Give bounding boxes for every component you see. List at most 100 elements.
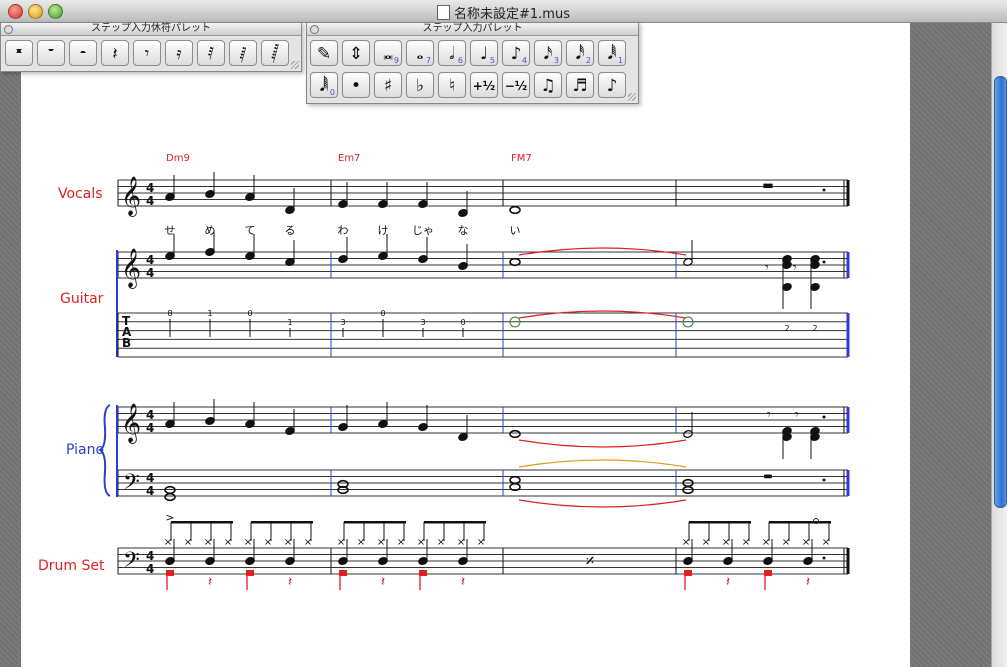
note-button-r2-1-glyph: 𝅘𝅥𝅲 <box>319 76 329 96</box>
rest-button-4-glyph: 𝄽 <box>112 44 118 64</box>
chord-symbol-3: FM7 <box>511 153 532 164</box>
note-button-r1-5[interactable]: 𝅗𝅥 6 <box>438 40 466 66</box>
note-button-r1-5-glyph: 𝅗𝅥 <box>449 44 455 64</box>
rest-button-7[interactable]: 𝅀 <box>197 40 225 66</box>
rest-button-6[interactable]: 𝄿 <box>165 40 193 66</box>
guitar-eighth-rest-icon-1: 𝄾 <box>793 260 797 276</box>
note-palette-title: ステップ入力パレット <box>422 23 523 34</box>
note-button-r2-8-glyph: ♫ <box>540 76 556 96</box>
kick-rest-icon-red: 𝄽 <box>461 574 465 590</box>
note-button-r1-9[interactable]: 𝅘𝅥𝅰 2 <box>566 40 594 66</box>
instrument-label-3[interactable]: Piano <box>66 442 104 458</box>
note-button-r1-2-glyph: ⇕ <box>348 44 364 64</box>
piano-bass-note-4-whole-note <box>509 475 521 485</box>
note-button-r2-2-glyph: • <box>350 76 362 96</box>
rest-button-2[interactable]: 𝄻 <box>37 40 65 66</box>
lyric-syllable-7: じゃ <box>412 224 434 237</box>
rest-button-1[interactable]: 𝄺 <box>5 40 33 66</box>
note-palette-close-button[interactable] <box>310 25 319 34</box>
tab-tie <box>518 310 687 319</box>
note-button-r1-6-shortcut-number: 5 <box>489 56 495 65</box>
tab-number-1: 8 <box>167 309 172 318</box>
note-button-r1-4-shortcut-number: 7 <box>425 56 431 65</box>
tab-chord-number-1: 2 <box>812 324 817 333</box>
note-button-r2-5[interactable]: ♮ <box>438 72 466 98</box>
rest-button-8[interactable]: 𝅁 <box>229 40 257 66</box>
vocals-note-8-whole-note <box>509 205 521 215</box>
rest-button-5-glyph: 𝄾 <box>144 44 150 64</box>
repeat-dot-4 <box>822 556 826 560</box>
vocals-time-top: 4 <box>146 181 154 195</box>
note-button-r1-9-glyph: 𝅘𝅥𝅰 <box>575 44 585 64</box>
kick-rest-icon-red: 𝄽 <box>806 574 810 590</box>
note-button-r2-6-glyph: +½ <box>472 79 496 93</box>
vocals-treble-clef-icon: 𝄞 <box>121 176 141 217</box>
guitar-note-8-whole-note <box>509 257 521 267</box>
tab-number-8: 0 <box>460 318 465 327</box>
note-button-r1-6[interactable]: ♩ 5 <box>470 40 498 66</box>
hihat-beam <box>689 521 751 524</box>
note-button-r2-7[interactable]: −½ <box>502 72 530 98</box>
tab-number-7: 3 <box>420 318 425 327</box>
piano-treble-time-top: 4 <box>146 408 154 422</box>
note-button-r1-3-shortcut-number: 9 <box>393 56 399 65</box>
rest-palette-titlebar[interactable]: ステップ入力休符パレット <box>1 23 301 36</box>
note-button-r2-10[interactable]: ♪ <box>598 72 626 98</box>
note-button-r1-1-glyph: ✎ <box>316 44 332 64</box>
note-button-r2-10-glyph: ♪ <box>606 76 618 96</box>
instrument-label-1[interactable]: Vocals <box>58 186 103 202</box>
note-button-r1-4[interactable]: 𝅝 7 <box>406 40 434 66</box>
tab-number-6: 0 <box>380 309 385 318</box>
hihat-beam <box>251 521 313 524</box>
rest-button-4[interactable]: 𝄽 <box>101 40 129 66</box>
note-button-r1-10[interactable]: 𝅘𝅥𝅱 1 <box>598 40 626 66</box>
note-button-r1-10-glyph: 𝅘𝅥𝅱 <box>607 44 617 64</box>
note-button-r2-6[interactable]: +½ <box>470 72 498 98</box>
note-palette-resize-grip[interactable] <box>628 93 636 101</box>
repeat-dot-3 <box>822 478 826 482</box>
note-button-r1-8[interactable]: 𝅘𝅥𝅯 3 <box>534 40 562 66</box>
vocals-whole-rest-icon: ▬ <box>762 178 773 192</box>
note-button-r2-2[interactable]: • <box>342 72 370 98</box>
rest-palette-close-button[interactable] <box>4 25 13 34</box>
note-button-r1-8-glyph: 𝅘𝅥𝅯 <box>543 44 553 64</box>
note-button-r2-1[interactable]: 𝅘𝅥𝅲 0 <box>310 72 338 98</box>
hihat-beam <box>171 521 233 524</box>
note-button-r1-3[interactable]: 𝅜 9 <box>374 40 402 66</box>
vocals-time-bottom: 4 <box>146 194 154 208</box>
rest-button-9[interactable]: 𝅂 <box>261 40 289 66</box>
note-palette-titlebar[interactable]: ステップ入力パレット <box>307 23 638 36</box>
hihat-beam <box>424 521 486 524</box>
kick-rest-icon-red: 𝄽 <box>726 574 730 590</box>
piano-tie-bass-lower <box>518 499 687 508</box>
piano-bass-note-1-whole-note <box>164 492 176 502</box>
rest-button-3[interactable]: 𝄼 <box>69 40 97 66</box>
rest-button-3-glyph: 𝄼 <box>79 44 87 64</box>
rest-button-8-glyph: 𝅁 <box>239 44 247 64</box>
note-palette: ステップ入力パレット ✎ ⇕ 𝅜 9 𝅝 7 𝅗𝅥 6 ♩ 5 ♪ 4 𝅘𝅥𝅯 3 𝅘𝅥𝅰 2 𝅘𝅥𝅱 1 𝅘𝅥𝅲 0… <box>306 22 639 104</box>
drum-bass-clef-icon: 𝄢 <box>123 548 140 578</box>
note-button-r1-9-shortcut-number: 2 <box>585 56 591 65</box>
note-button-r1-6-glyph: ♩ <box>479 44 489 64</box>
note-button-r2-3-glyph: ♯ <box>383 76 393 96</box>
tab-number-3: 0 <box>247 309 252 318</box>
rest-palette-resize-grip[interactable] <box>291 61 299 69</box>
lyric-syllable-9: い <box>510 224 521 237</box>
rest-button-9-glyph: 𝅂 <box>271 44 279 64</box>
instrument-label-4[interactable]: Drum Set <box>38 558 105 574</box>
repeat-dot-2 <box>822 415 826 419</box>
note-button-r2-8[interactable]: ♫ <box>534 72 562 98</box>
note-button-r1-1[interactable]: ✎ <box>310 40 338 66</box>
rest-button-5[interactable]: 𝄾 <box>133 40 161 66</box>
note-button-r1-2[interactable]: ⇕ <box>342 40 370 66</box>
instrument-label-2[interactable]: Guitar <box>60 291 103 307</box>
note-button-r2-9[interactable]: ♬ <box>566 72 594 98</box>
note-button-r1-10-shortcut-number: 1 <box>617 56 623 65</box>
note-button-r2-4[interactable]: ♭ <box>406 72 434 98</box>
piano-eighth-rest-icon-0: 𝄾 <box>767 407 771 423</box>
note-button-r2-3[interactable]: ♯ <box>374 72 402 98</box>
note-button-r1-7[interactable]: ♪ 4 <box>502 40 530 66</box>
measure-repeat-icon: 𝄎 <box>586 551 595 572</box>
note-button-r1-8-shortcut-number: 3 <box>553 56 559 65</box>
tab-number-2: 1 <box>207 309 212 318</box>
